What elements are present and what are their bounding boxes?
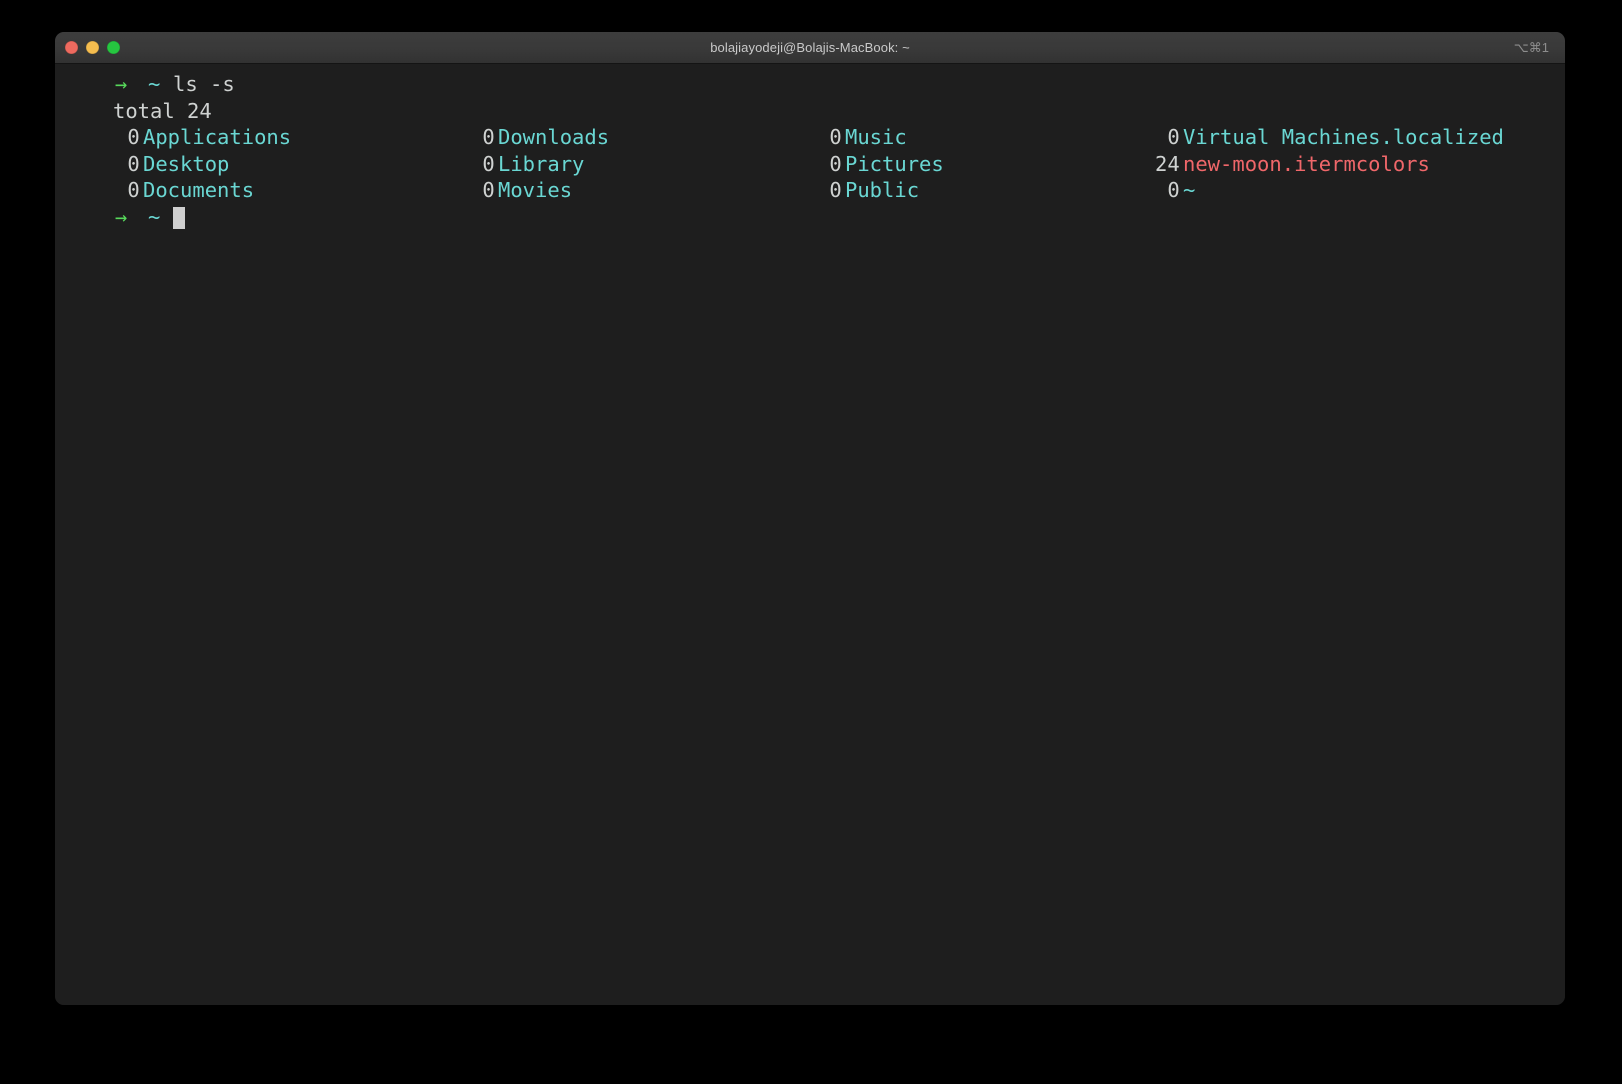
file-name: Public xyxy=(845,178,920,202)
window-title: bolajiayodeji@Bolajis-MacBook: ~ xyxy=(710,40,910,55)
file-name: Documents xyxy=(143,178,255,202)
terminal-output-area[interactable]: → ~ ls -s total 24 0 Applications 0 Downlo… xyxy=(55,64,1565,1005)
file-size: 0 xyxy=(115,178,140,202)
active-prompt-line[interactable]: → ~ xyxy=(55,204,1565,231)
file-name: new-moon.itermcolors xyxy=(1183,151,1430,176)
file-size: 0 xyxy=(470,125,495,149)
file-name: Pictures xyxy=(845,151,944,176)
file-size: 0 xyxy=(817,151,842,176)
prompt-path: ~ xyxy=(148,72,161,96)
total-line: total 24 xyxy=(55,98,1565,125)
file-size: 0 xyxy=(817,178,842,202)
file-name: ~ xyxy=(1183,178,1196,202)
title-bar[interactable]: bolajiayodeji@Bolajis-MacBook: ~ ⌥⌘1 xyxy=(55,32,1565,64)
file-size: 0 xyxy=(1155,178,1180,202)
file-name: Applications xyxy=(143,125,292,149)
listing-row: 0 Documents 0 Movies 0 Public 0 ~ xyxy=(55,177,1565,204)
file-size: 24 xyxy=(1155,151,1180,176)
window-controls xyxy=(65,32,120,63)
file-size: 0 xyxy=(115,151,140,176)
file-name: Downloads xyxy=(498,125,610,149)
file-name: Music xyxy=(845,125,907,149)
listing-row: 0 Desktop 0 Library 0 Pictures 24 new-moon.it… xyxy=(55,151,1565,178)
maximize-button[interactable] xyxy=(107,41,120,54)
prompt-arrow-icon: → xyxy=(115,204,128,229)
terminal-window[interactable]: bolajiayodeji@Bolajis-MacBook: ~ ⌥⌘1 → ~… xyxy=(55,32,1565,1005)
file-name: Desktop xyxy=(143,151,230,176)
file-name: Virtual Machines.localized xyxy=(1183,125,1504,149)
command-line: → ~ ls -s xyxy=(55,71,1565,98)
file-size: 0 xyxy=(115,125,140,149)
file-size: 0 xyxy=(817,125,842,149)
total-text: total 24 xyxy=(113,98,212,123)
file-name: Movies xyxy=(498,178,573,202)
file-size: 0 xyxy=(470,151,495,176)
window-shortcut-label: ⌥⌘1 xyxy=(1513,40,1549,55)
listing-row: 0 Applications 0 Downloads 0 Music 0 Virtual… xyxy=(55,124,1565,151)
file-size: 0 xyxy=(470,178,495,202)
text-cursor[interactable] xyxy=(173,206,185,229)
minimize-button[interactable] xyxy=(86,41,99,54)
prompt-path: ~ xyxy=(148,204,161,229)
close-button[interactable] xyxy=(65,41,78,54)
file-size: 0 xyxy=(1155,125,1180,149)
file-listing: 0 Applications 0 Downloads 0 Music 0 Virtual… xyxy=(55,124,1565,204)
command-text: ls -s xyxy=(173,72,235,96)
prompt-arrow-icon: → xyxy=(115,72,128,96)
file-name: Library xyxy=(498,151,585,176)
